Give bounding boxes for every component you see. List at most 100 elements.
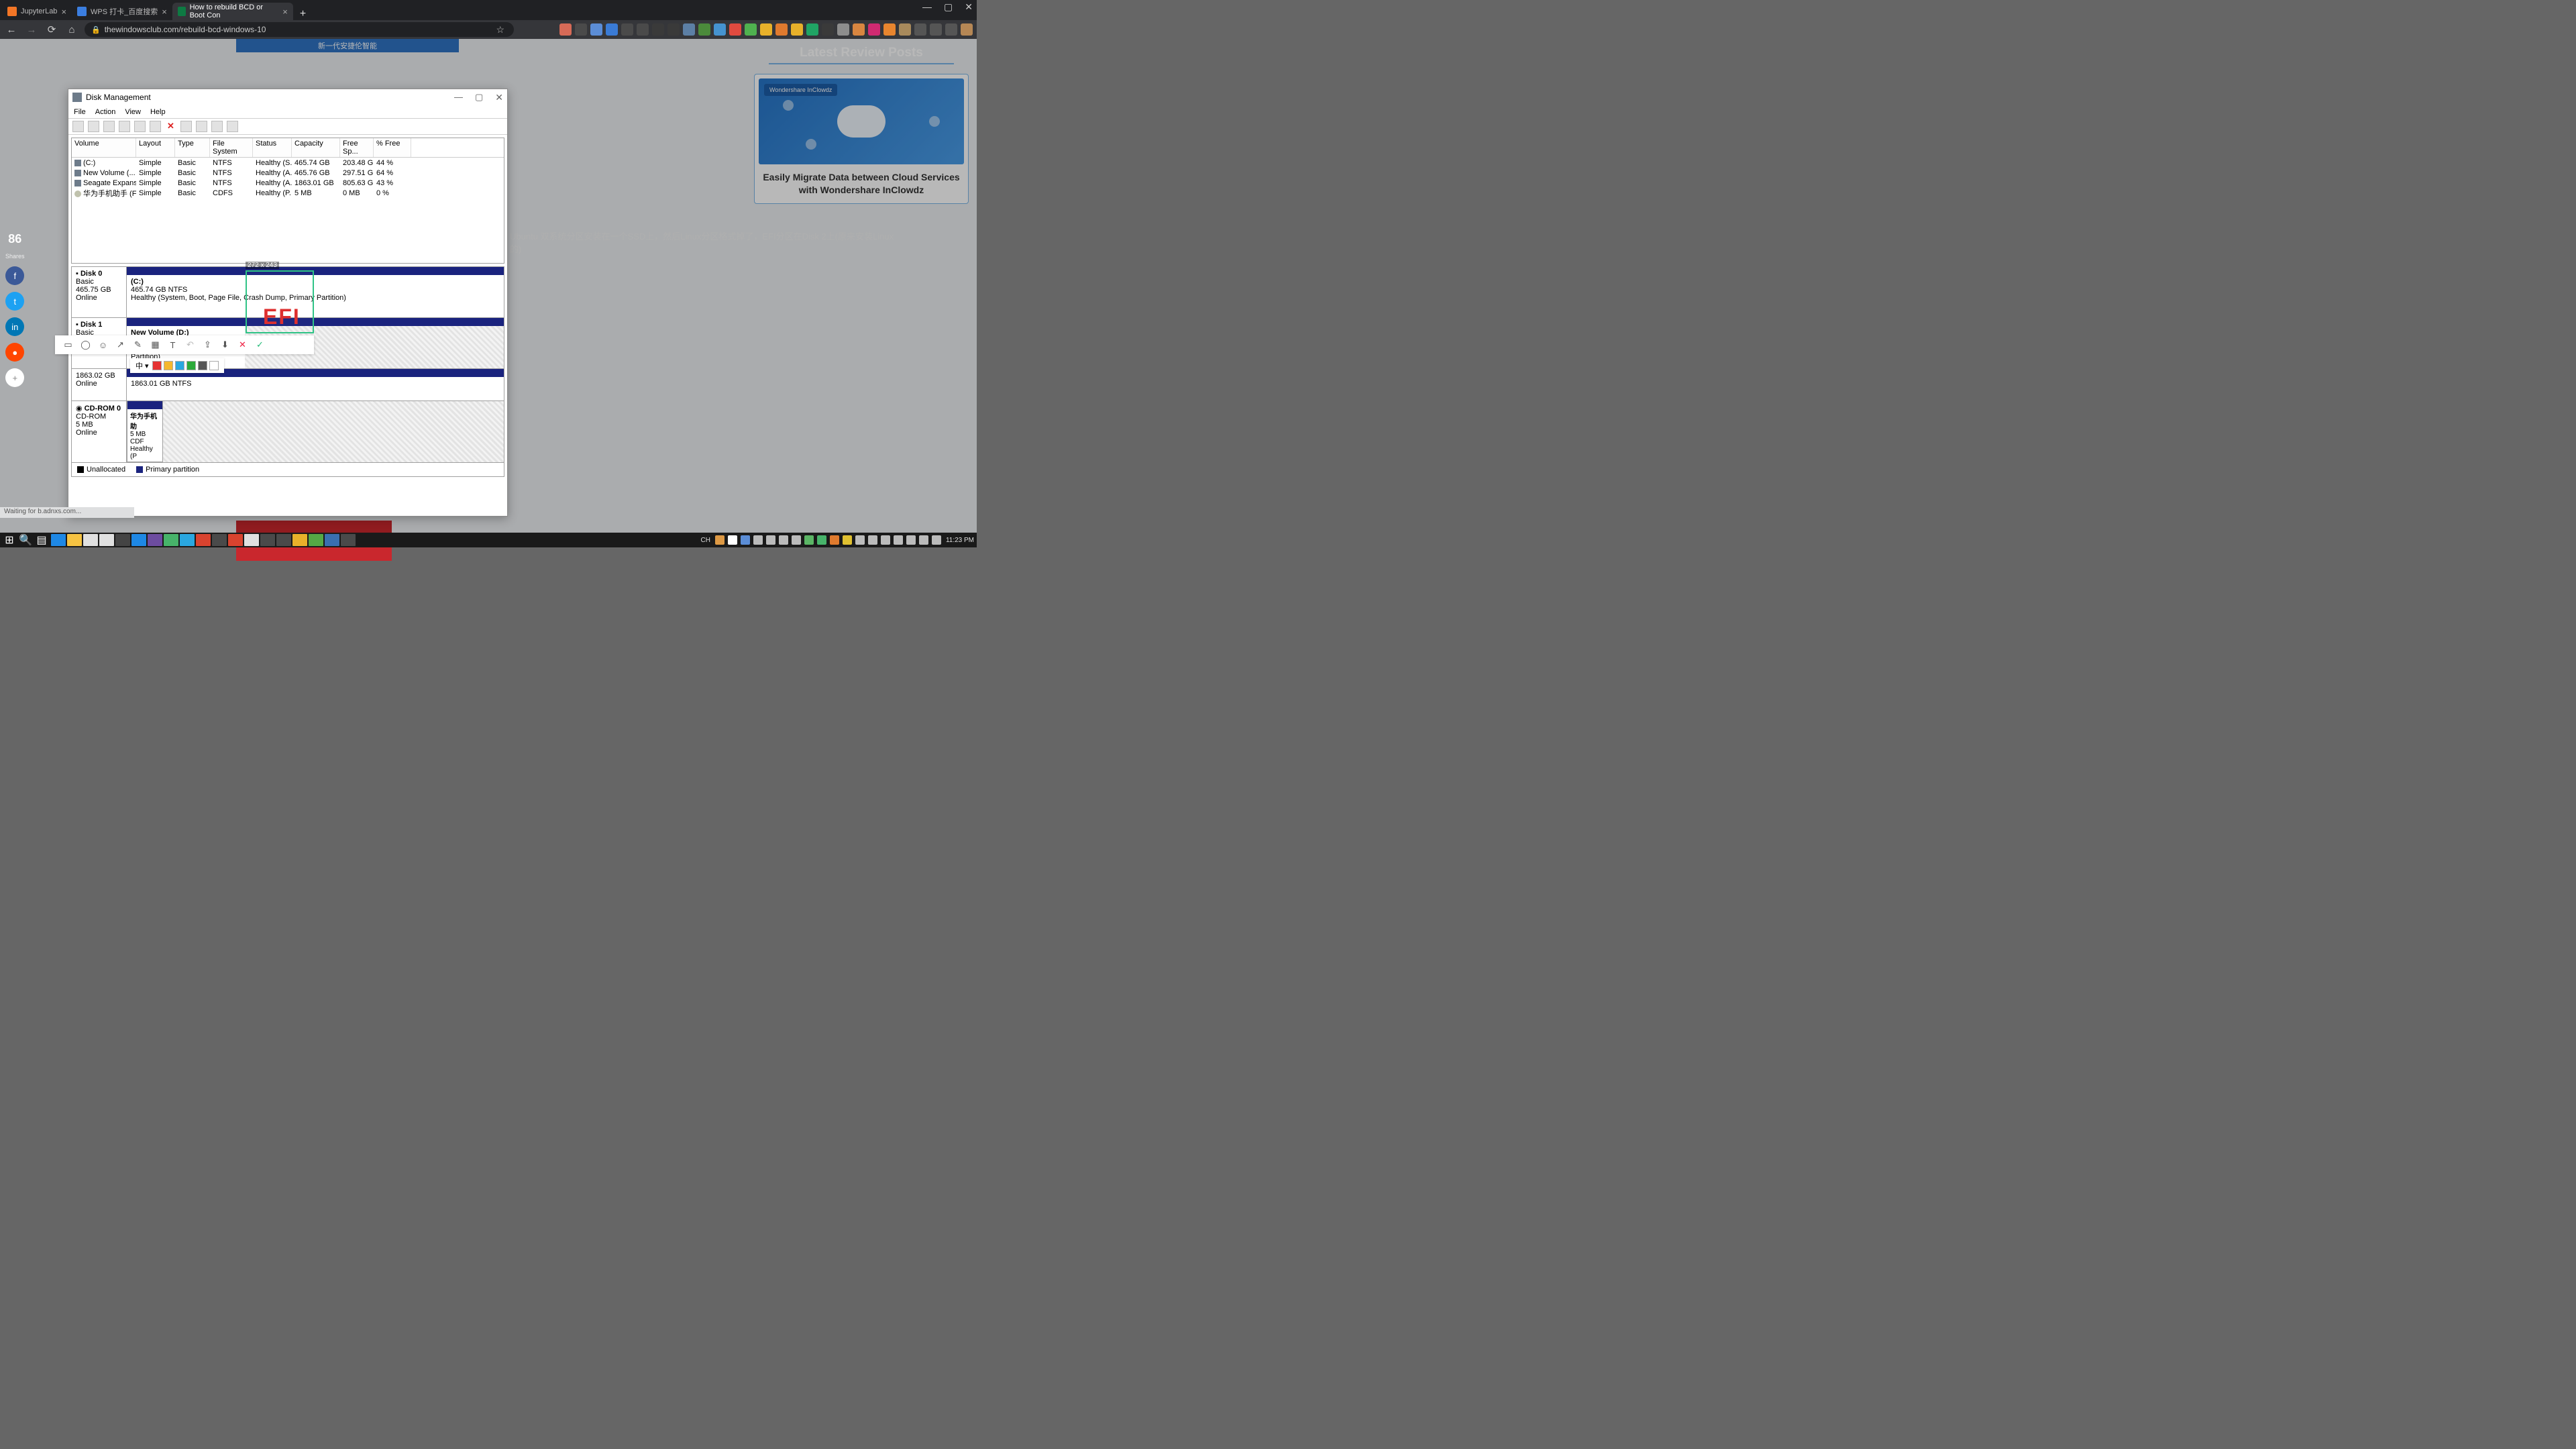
extension-icon[interactable]	[760, 23, 772, 36]
tray-icon[interactable]	[855, 535, 865, 545]
tb-refresh-icon[interactable]	[119, 121, 130, 132]
col-pctfree[interactable]: % Free	[374, 138, 411, 157]
tb-back-icon[interactable]	[72, 121, 84, 132]
tray-icon[interactable]	[728, 535, 737, 545]
taskbar-app-icon[interactable]	[292, 534, 307, 546]
extension-icon[interactable]	[930, 23, 942, 36]
menu-view[interactable]: View	[125, 108, 141, 116]
dm-maximize-icon[interactable]: ▢	[475, 92, 483, 103]
share-linkedin-button[interactable]: in	[5, 317, 24, 336]
snip-annotation-text[interactable]: EFI	[263, 305, 301, 329]
taskbar-app-icon[interactable]	[180, 534, 195, 546]
tray-icon[interactable]	[792, 535, 801, 545]
omnibox[interactable]: 🔒 thewindowsclub.com/rebuild-bcd-windows…	[85, 22, 514, 37]
extension-icon[interactable]	[745, 23, 757, 36]
taskbar-app-icon[interactable]	[244, 534, 259, 546]
tray-icon[interactable]	[804, 535, 814, 545]
start-button[interactable]: ⊞	[3, 534, 16, 546]
tray-lang[interactable]: CH	[700, 537, 710, 544]
col-status[interactable]: Status	[253, 138, 292, 157]
snip-pen-icon[interactable]: ✎	[133, 340, 143, 350]
close-icon[interactable]: ✕	[965, 1, 973, 13]
maximize-icon[interactable]: ▢	[944, 1, 953, 13]
snip-text-icon[interactable]: T	[168, 340, 178, 350]
snip-save-icon[interactable]: ⬇	[220, 340, 230, 350]
tray-icon[interactable]	[817, 535, 826, 545]
extension-icon[interactable]	[683, 23, 695, 36]
snip-arrow-icon[interactable]: ↗	[115, 340, 125, 350]
extension-icon[interactable]	[729, 23, 741, 36]
volume-row[interactable]: (C:)SimpleBasicNTFSHealthy (S...465.74 G…	[72, 158, 504, 168]
extension-icon[interactable]	[868, 23, 880, 36]
tray-clock[interactable]: 11:23 PM	[946, 537, 974, 544]
tray-icon[interactable]	[741, 535, 750, 545]
tab-close-icon[interactable]: ×	[162, 7, 167, 17]
snip-cancel-icon[interactable]: ✕	[237, 340, 248, 350]
dm-minimize-icon[interactable]: —	[454, 92, 463, 103]
extension-icon[interactable]	[914, 23, 926, 36]
tb-delete-icon[interactable]: ✕	[165, 121, 176, 132]
extension-icon[interactable]	[822, 23, 834, 36]
taskbar-app-icon[interactable]	[148, 534, 162, 546]
disk-row-cdrom0[interactable]: ◉ CD-ROM 0 CD-ROM 5 MB Online 华为手机助 5 MB…	[71, 401, 504, 463]
task-view-button[interactable]: ▤	[35, 534, 48, 546]
taskbar-app-icon[interactable]	[212, 534, 227, 546]
extension-icon[interactable]	[806, 23, 818, 36]
extension-icon[interactable]	[837, 23, 849, 36]
tray-icon[interactable]	[779, 535, 788, 545]
extension-icon[interactable]	[606, 23, 618, 36]
extension-icon[interactable]	[775, 23, 788, 36]
taskbar-app-icon[interactable]	[67, 534, 82, 546]
reload-button[interactable]: ⟳	[44, 22, 59, 37]
taskbar-app-icon[interactable]	[325, 534, 339, 546]
tb-props-icon[interactable]	[134, 121, 146, 132]
extension-icon[interactable]	[590, 23, 602, 36]
tb-forward-icon[interactable]	[88, 121, 99, 132]
extension-icon[interactable]	[853, 23, 865, 36]
color-swatch[interactable]	[186, 361, 196, 370]
extension-icon[interactable]	[883, 23, 896, 36]
extension-icon[interactable]	[698, 23, 710, 36]
menu-action[interactable]: Action	[95, 108, 116, 116]
extension-icon[interactable]	[667, 23, 680, 36]
tab-jupyter[interactable]: JupyterLab×	[2, 3, 72, 20]
col-free[interactable]: Free Sp...	[340, 138, 374, 157]
tab-close-icon[interactable]: ×	[282, 7, 288, 17]
taskbar-app-icon[interactable]	[196, 534, 211, 546]
menu-help[interactable]: Help	[150, 108, 166, 116]
disk-row-disk2[interactable]: 1863.02 GB Online 1863.01 GB NTFS	[71, 369, 504, 401]
tab-baidu[interactable]: WPS 打卡_百度搜索×	[72, 3, 172, 20]
tray-icon[interactable]	[919, 535, 928, 545]
volume-row[interactable]: 华为手机助手 (F:)SimpleBasicCDFSHealthy (P...5…	[72, 188, 504, 198]
taskbar-app-icon[interactable]	[131, 534, 146, 546]
extension-icon[interactable]	[714, 23, 726, 36]
share-facebook-button[interactable]: f	[5, 266, 24, 285]
col-filesystem[interactable]: File System	[210, 138, 253, 157]
tab-windowsclub[interactable]: How to rebuild BCD or Boot Con×	[172, 3, 293, 20]
tray-icon[interactable]	[766, 535, 775, 545]
snip-emoji-icon[interactable]: ☺	[98, 340, 108, 350]
tb-action-icon[interactable]	[180, 121, 192, 132]
extension-icon[interactable]	[791, 23, 803, 36]
tb-up-icon[interactable]	[103, 121, 115, 132]
snip-size-picker[interactable]: 中 ▾	[136, 360, 149, 371]
color-swatch[interactable]	[209, 361, 219, 370]
color-swatch[interactable]	[164, 361, 173, 370]
share-reddit-button[interactable]: ●	[5, 343, 24, 362]
search-button[interactable]: 🔍	[19, 534, 32, 546]
col-type[interactable]: Type	[175, 138, 210, 157]
taskbar-app-icon[interactable]	[228, 534, 243, 546]
new-tab-button[interactable]: +	[293, 8, 313, 20]
tray-icon[interactable]	[881, 535, 890, 545]
tb-action-icon[interactable]	[196, 121, 207, 132]
volume-row[interactable]: New Volume (...SimpleBasicNTFSHealthy (A…	[72, 168, 504, 178]
snip-undo-icon[interactable]: ↶	[185, 340, 195, 350]
snip-rect-icon[interactable]: ▭	[63, 340, 73, 350]
taskbar-app-icon[interactable]	[260, 534, 275, 546]
color-swatch[interactable]	[152, 361, 162, 370]
taskbar-app-icon[interactable]	[115, 534, 130, 546]
extension-icon[interactable]	[899, 23, 911, 36]
tray-icon[interactable]	[753, 535, 763, 545]
extension-icon[interactable]	[559, 23, 572, 36]
extension-icon[interactable]	[637, 23, 649, 36]
